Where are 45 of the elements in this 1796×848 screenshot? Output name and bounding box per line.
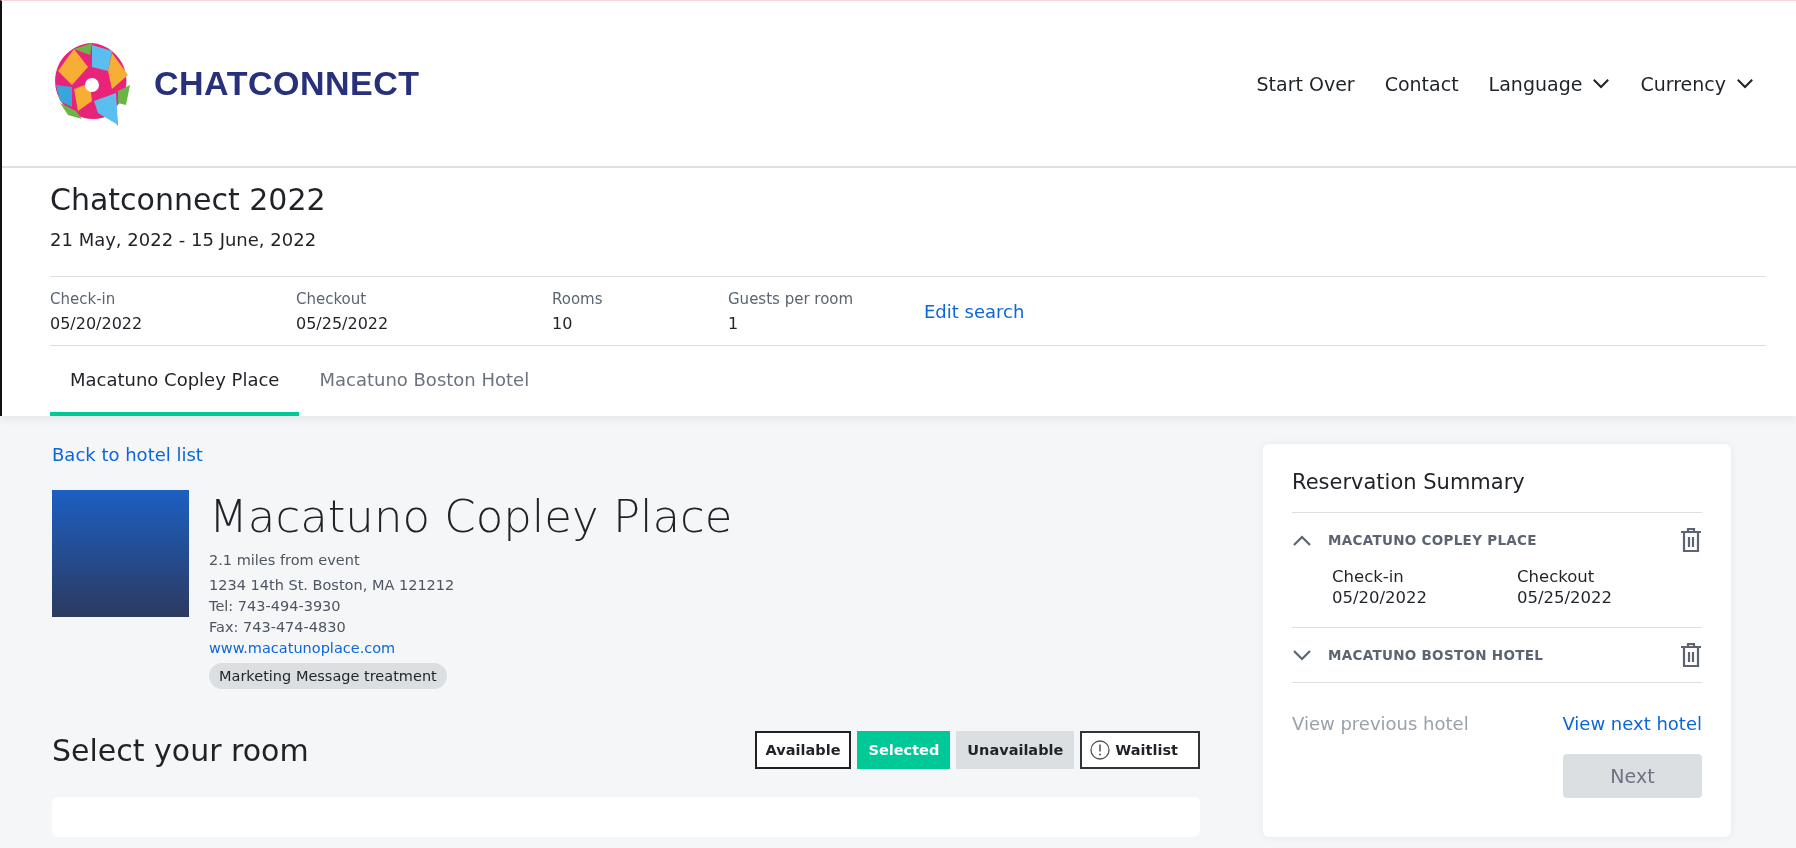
field-value: 10 bbox=[552, 313, 574, 333]
brand-name: CHATCONNECT bbox=[154, 64, 420, 103]
next-hotel-link[interactable]: View next hotel bbox=[1562, 713, 1702, 734]
chevron-up-icon[interactable] bbox=[1292, 534, 1312, 546]
hotel-fax: Fax: 743-474-4830 bbox=[209, 619, 347, 635]
edit-search-link[interactable]: Edit search bbox=[924, 300, 1025, 322]
date-value: 05/25/2022 bbox=[1517, 588, 1614, 607]
nav-link[interactable]: Start Over bbox=[1256, 72, 1355, 95]
event-title: Chatconnect 2022 bbox=[50, 182, 327, 217]
field-label: Check-in bbox=[50, 289, 117, 308]
hotel-address: 1234 14th St. Boston, MA 121212 bbox=[209, 577, 456, 593]
date-value: 05/20/2022 bbox=[1332, 588, 1429, 607]
nav-dropdown[interactable]: Language bbox=[1488, 72, 1611, 95]
field-label: Guests per room bbox=[728, 289, 855, 308]
summary-hotel-name: MACATUNO COPLEY PLACE bbox=[1328, 532, 1538, 548]
hotel-name: Macatuno Copley Place bbox=[209, 490, 733, 543]
trash-icon[interactable] bbox=[1680, 642, 1702, 668]
legend-item: Available bbox=[754, 731, 852, 769]
legend-item: Selected bbox=[857, 731, 951, 769]
chevron-down-icon[interactable] bbox=[1592, 78, 1611, 89]
summary-hotel-name: MACATUNO BOSTON HOTEL bbox=[1328, 647, 1545, 663]
hotel-phone: Tel: 743-494-3930 bbox=[209, 598, 342, 614]
back-link[interactable]: Back to hotel list bbox=[52, 444, 203, 465]
hotel-distance: 2.1 miles from event bbox=[209, 552, 361, 568]
section-title: Select your room bbox=[52, 732, 309, 768]
nav-dropdown[interactable]: Currency bbox=[1640, 72, 1754, 95]
event-dates: 21 May, 2022 - 15 June, 2022 bbox=[50, 229, 318, 250]
marketing-tag: Marketing Message treatment bbox=[209, 663, 447, 689]
hotel-tab[interactable]: Macatuno Boston Hotel bbox=[299, 346, 550, 416]
trash-icon[interactable] bbox=[1680, 527, 1702, 553]
date-label: Check-in bbox=[1332, 567, 1405, 586]
summary-title: Reservation Summary bbox=[1292, 470, 1526, 494]
legend-item: Unavailable bbox=[956, 731, 1075, 769]
date-label: Checkout bbox=[1517, 567, 1596, 586]
field-value: 05/20/2022 bbox=[50, 313, 144, 333]
field-value: 1 bbox=[728, 313, 740, 333]
field-label: Rooms bbox=[552, 289, 604, 308]
website-link[interactable]: www.macatunoplace.com bbox=[209, 640, 733, 656]
field-value: 05/25/2022 bbox=[296, 313, 390, 333]
legend-item: Waitlist bbox=[1080, 731, 1200, 769]
alert-icon bbox=[1090, 740, 1111, 760]
field-label: Checkout bbox=[296, 289, 368, 308]
hotel-tab[interactable]: Macatuno Copley Place bbox=[50, 346, 300, 416]
chevron-down-icon[interactable] bbox=[1736, 78, 1754, 89]
nav-link[interactable]: Contact bbox=[1384, 72, 1459, 95]
